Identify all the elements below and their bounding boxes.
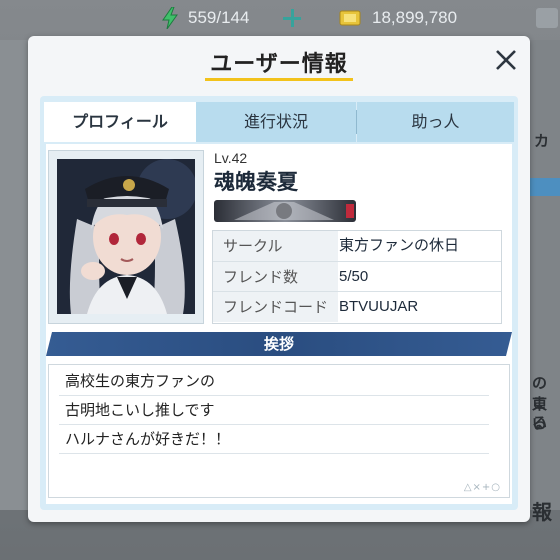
player-badge-image xyxy=(214,200,356,222)
tab-bar: プロフィール 進行状況 助っ人 xyxy=(44,102,514,142)
profile-info-table: サークル 東方ファンの休日 フレンド数 5/50 フレンドコード BTVUUJA… xyxy=(212,230,502,324)
background-text: カ xyxy=(534,132,550,150)
currency-value: 18,899,780 xyxy=(372,8,458,27)
tab-profile[interactable]: プロフィール xyxy=(44,102,196,142)
dialog-body: プロフィール 進行状況 助っ人 Lv.42 魂魄奏夏 サークル 東方ファンの休日… xyxy=(40,96,518,510)
info-row-friend-count: フレンド数 5/50 xyxy=(213,261,501,292)
tab-helper[interactable]: 助っ人 xyxy=(357,102,514,142)
info-value: 東方ファンの休日 xyxy=(339,237,460,254)
background-text: 報 xyxy=(532,500,552,524)
tab-progress[interactable]: 進行状況 xyxy=(196,102,356,142)
info-value: BTVUUJAR xyxy=(339,298,419,315)
character-portrait[interactable] xyxy=(57,159,195,314)
background-left-panel xyxy=(0,40,28,510)
badge-art xyxy=(234,202,354,220)
bolt-icon xyxy=(162,7,178,29)
background-right-panel: カ プロ の東 こい る 報 xyxy=(530,40,560,524)
stamina-value: 559/144 xyxy=(188,8,250,27)
info-row-friend-code: フレンドコード BTVUUJAR xyxy=(213,291,501,322)
player-name: 魂魄奏夏 xyxy=(214,170,298,194)
profile-panel: Lv.42 魂魄奏夏 サークル 東方ファンの休日 フレンド数 5/50 フレンド… xyxy=(46,144,512,504)
greeting-message-box: 高校生の東方ファンの 古明地こいし推しです ハルナさんが好きだ！！ △×+○ xyxy=(48,364,510,498)
close-icon[interactable] xyxy=(492,46,520,74)
greeting-line: ハルナさんが好きだ！！ xyxy=(65,430,231,448)
plus-icon[interactable] xyxy=(282,8,302,28)
portrait-frame xyxy=(48,150,204,324)
info-row-circle: サークル 東方ファンの休日 xyxy=(213,231,501,261)
background-strip xyxy=(530,178,560,196)
info-label: フレンド数 xyxy=(213,262,338,292)
top-status-bar: 559/144 18,899,780 xyxy=(0,0,560,38)
menu-icon[interactable] xyxy=(536,8,558,28)
coin-icon xyxy=(339,10,361,26)
title-underline xyxy=(205,78,353,81)
greeting-header: 挨拶 xyxy=(46,332,512,356)
background-text: る xyxy=(532,414,548,432)
user-info-dialog: ユーザー情報 プロフィール 進行状況 助っ人 Lv.42 魂魄奏夏 サークル 東… xyxy=(28,36,530,522)
player-level: Lv.42 xyxy=(214,150,248,166)
info-value: 5/50 xyxy=(339,268,369,285)
greeting-line: 古明地こいし推しです xyxy=(65,401,215,419)
divider xyxy=(59,453,489,454)
greeting-line: 高校生の東方ファンの xyxy=(65,372,216,390)
info-label: サークル xyxy=(213,231,338,261)
decorative-symbols: △×+○ xyxy=(463,482,501,493)
dialog-title: ユーザー情報 xyxy=(210,52,348,77)
character-illustration xyxy=(57,159,195,314)
info-label: フレンドコード xyxy=(213,292,338,322)
